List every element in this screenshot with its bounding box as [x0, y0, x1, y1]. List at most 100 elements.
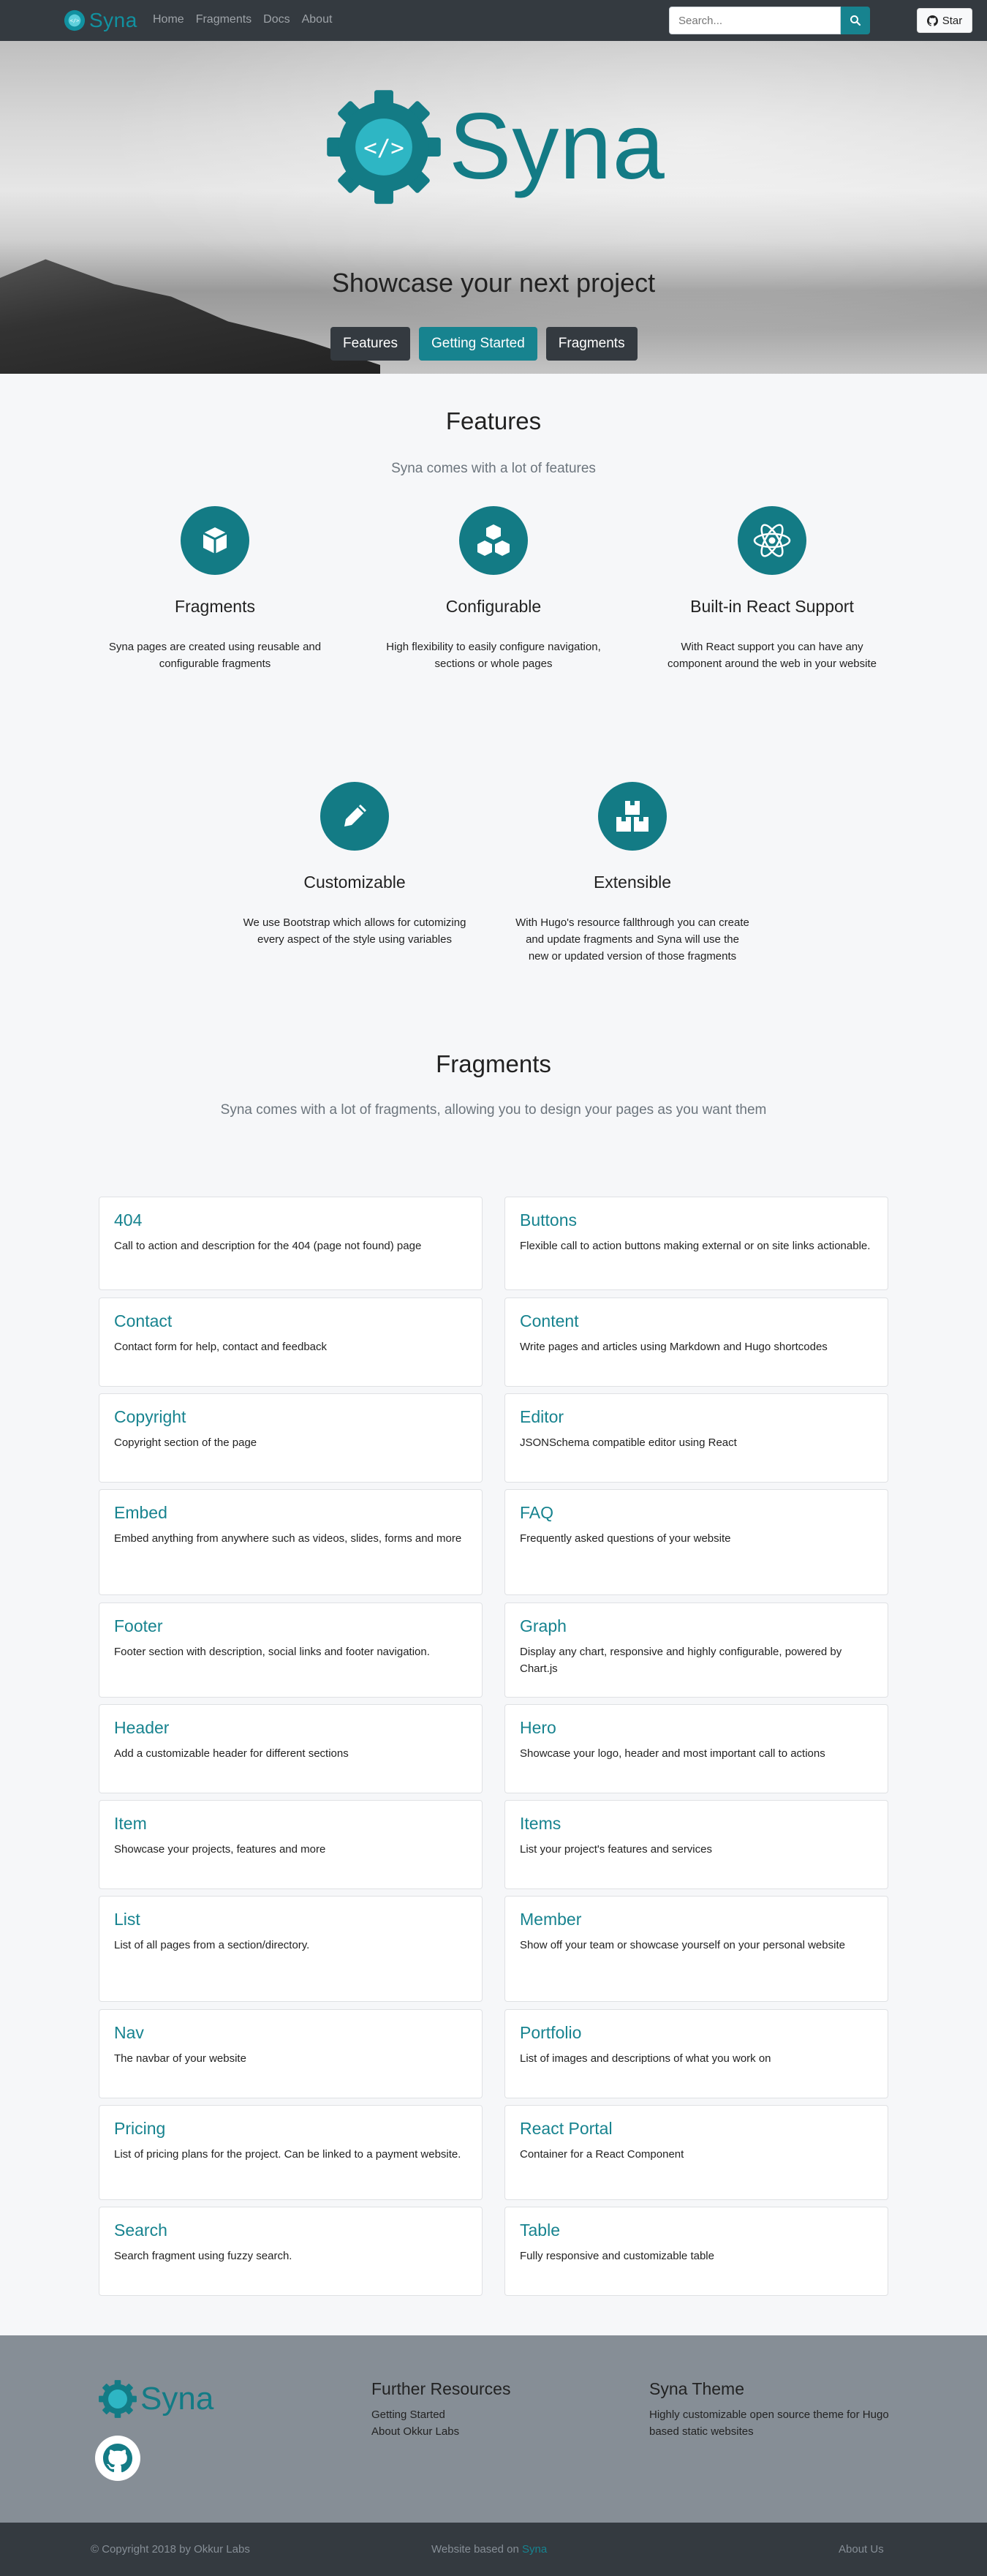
card-title[interactable]: Header [114, 1718, 467, 1738]
card-desc: Frequently asked questions of your websi… [520, 1532, 731, 1545]
fragment-card-hero[interactable]: Hero Showcase your logo, header and most… [504, 1704, 888, 1793]
github-link[interactable] [95, 2436, 140, 2481]
card-title[interactable]: Footer [114, 1616, 467, 1636]
fragment-card-react-portal[interactable]: React Portal Container for a React Compo… [504, 2105, 888, 2200]
fragment-card-search[interactable]: Search Search fragment using fuzzy searc… [99, 2207, 483, 2296]
fragment-card-portfolio[interactable]: Portfolio List of images and description… [504, 2009, 888, 2098]
card-title[interactable]: Buttons [520, 1210, 873, 1230]
nav-link-fragments[interactable]: Fragments [196, 13, 252, 26]
getting-started-button[interactable]: Getting Started [418, 327, 537, 361]
card-title[interactable]: React Portal [520, 2119, 873, 2139]
fragment-card-faq[interactable]: FAQ Frequently asked questions of your w… [504, 1489, 888, 1595]
github-icon [103, 2444, 132, 2473]
brand-text: Syna [89, 9, 137, 31]
footer-logo-text: Syna [140, 2381, 214, 2417]
card-title[interactable]: Hero [520, 1718, 873, 1738]
cube-icon [181, 506, 249, 575]
svg-text:</>: </> [70, 18, 80, 24]
github-icon [926, 15, 938, 26]
card-title[interactable]: Portfolio [520, 2023, 873, 2043]
feature-react: Built-in React Support With React suppor… [640, 506, 904, 672]
fragment-card-copyright[interactable]: Copyright Copyright section of the page [99, 1393, 483, 1483]
features-button[interactable]: Features [330, 327, 410, 361]
syna-gear-logo-icon [99, 2380, 137, 2418]
card-desc: Show off your team or showcase yourself … [520, 1939, 845, 1951]
card-title[interactable]: Item [114, 1814, 467, 1834]
card-title[interactable]: Editor [520, 1407, 873, 1427]
card-desc: The navbar of your website [114, 2052, 246, 2065]
brand-link[interactable]: </> Syna [63, 9, 137, 32]
card-desc: Footer section with description, social … [114, 1646, 430, 1658]
hero-section: </> Syna Showcase your next project Feat… [0, 41, 987, 374]
card-title[interactable]: Member [520, 1910, 873, 1929]
search-input[interactable] [669, 7, 841, 34]
star-label: Star [942, 14, 963, 27]
card-title[interactable]: FAQ [520, 1503, 873, 1523]
feature-desc: With React support you can have any comp… [667, 641, 877, 670]
card-desc: JSONSchema compatible editor using React [520, 1436, 737, 1449]
hero-title: Showcase your next project [331, 268, 656, 298]
card-desc: Add a customizable header for different … [114, 1747, 349, 1760]
fragment-card-buttons[interactable]: Buttons Flexible call to action buttons … [504, 1197, 888, 1290]
card-title[interactable]: Table [520, 2221, 873, 2240]
card-desc: Fully responsive and customizable table [520, 2250, 714, 2262]
card-desc: List of images and descriptions of what … [520, 2052, 771, 2065]
fragment-card-header[interactable]: Header Add a customizable header for dif… [99, 1704, 483, 1793]
card-desc: List your project's features and service… [520, 1843, 712, 1856]
card-desc: Contact form for help, contact and feedb… [114, 1341, 327, 1353]
fragment-card-graph[interactable]: Graph Display any chart, responsive and … [504, 1603, 888, 1698]
fragments-button[interactable]: Fragments [545, 327, 638, 361]
fragment-card-404[interactable]: 404 Call to action and description for t… [99, 1197, 483, 1290]
nav-link-about[interactable]: About [302, 13, 333, 26]
feature-desc: High flexibility to easily configure nav… [386, 641, 601, 670]
card-desc: Flexible call to action buttons making e… [520, 1240, 871, 1252]
fragment-card-table[interactable]: Table Fully responsive and customizable … [504, 2207, 888, 2296]
react-icon [738, 506, 806, 575]
nav-link-home[interactable]: Home [153, 13, 184, 26]
fragment-card-nav[interactable]: Nav The navbar of your website [99, 2009, 483, 2098]
fragment-card-content[interactable]: Content Write pages and articles using M… [504, 1298, 888, 1387]
fragment-card-list[interactable]: List List of all pages from a section/di… [99, 1896, 483, 2002]
feature-title: Customizable [303, 873, 406, 892]
syna-gear-logo-icon: </> [64, 10, 86, 31]
about-us-link[interactable]: About Us [839, 2543, 884, 2556]
card-title[interactable]: Graph [520, 1616, 873, 1636]
fragment-card-embed[interactable]: Embed Embed anything from anywhere such … [99, 1489, 483, 1595]
card-desc: Write pages and articles using Markdown … [520, 1341, 828, 1353]
card-title[interactable]: Copyright [114, 1407, 467, 1427]
fragment-card-items[interactable]: Items List your project's features and s… [504, 1800, 888, 1889]
fragment-card-item[interactable]: Item Showcase your projects, features an… [99, 1800, 483, 1889]
card-title[interactable]: Items [520, 1814, 873, 1834]
feature-desc: Syna pages are created using reusable an… [108, 641, 322, 670]
footer-logo[interactable]: Syna [98, 2379, 213, 2419]
features-subtitle: Syna comes with a lot of features [391, 461, 596, 476]
card-title[interactable]: 404 [114, 1210, 467, 1230]
feature-extensible: Extensible With Hugo's resource fallthro… [501, 782, 764, 965]
card-desc: Search fragment using fuzzy search. [114, 2250, 292, 2262]
fragment-card-pricing[interactable]: Pricing List of pricing plans for the pr… [99, 2105, 483, 2200]
feature-fragments: Fragments Syna pages are created using r… [83, 506, 347, 672]
github-star-button[interactable]: Star [917, 8, 972, 33]
hero-buttons: Features Getting Started Fragments [330, 327, 638, 361]
card-title[interactable]: Contact [114, 1311, 467, 1331]
hero-logo: </> Syna [325, 88, 665, 206]
getting-started-link[interactable]: Getting Started [371, 2406, 510, 2423]
card-title[interactable]: Search [114, 2221, 467, 2240]
fragment-card-footer[interactable]: Footer Footer section with description, … [99, 1603, 483, 1698]
footer: Syna Further Resources Getting Started A… [0, 2335, 987, 2523]
fragment-card-member[interactable]: Member Show off your team or showcase yo… [504, 1896, 888, 2002]
cubes-icon [459, 506, 528, 575]
card-title[interactable]: Content [520, 1311, 873, 1331]
about-okkur-link[interactable]: About Okkur Labs [371, 2423, 510, 2440]
fragment-card-editor[interactable]: Editor JSONSchema compatible editor usin… [504, 1393, 888, 1483]
syna-link[interactable]: Syna [522, 2543, 547, 2556]
syna-theme: Syna Theme Highly customizable open sour… [649, 2379, 905, 2440]
nav-link-docs[interactable]: Docs [263, 13, 290, 26]
fragment-card-contact[interactable]: Contact Contact form for help, contact a… [99, 1298, 483, 1387]
card-title[interactable]: Nav [114, 2023, 467, 2043]
card-desc: Showcase your projects, features and mor… [114, 1843, 326, 1856]
search-button[interactable] [841, 7, 870, 34]
card-title[interactable]: List [114, 1910, 467, 1929]
card-title[interactable]: Embed [114, 1503, 467, 1523]
card-title[interactable]: Pricing [114, 2119, 467, 2139]
